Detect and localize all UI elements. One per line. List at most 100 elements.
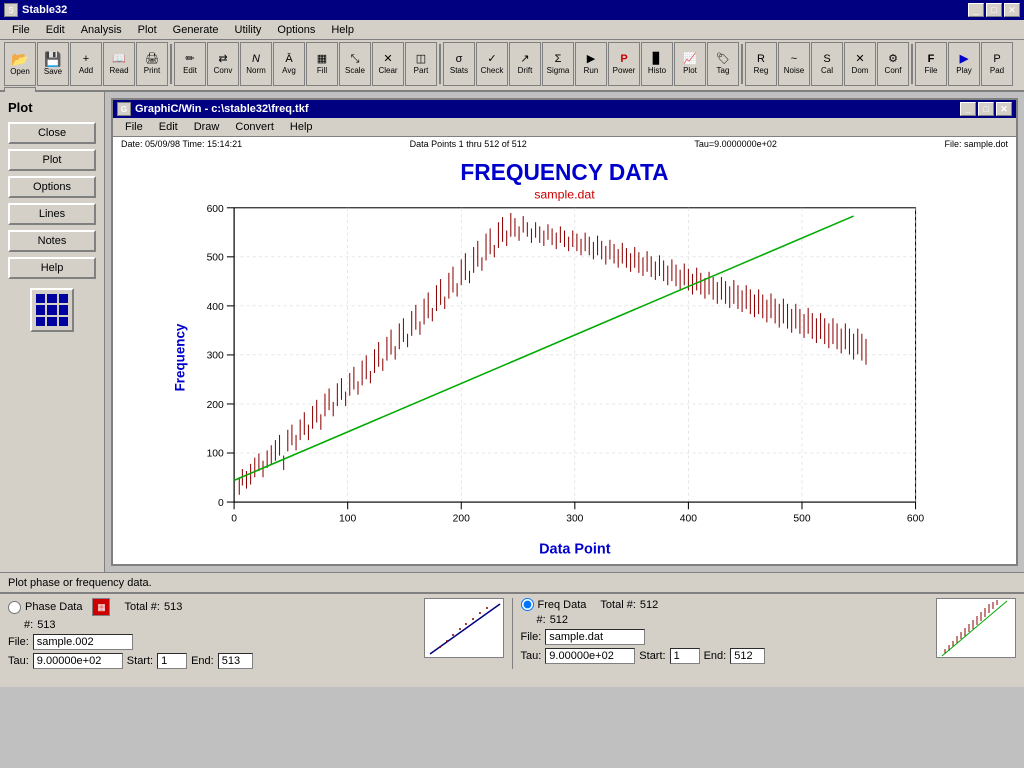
add-btn[interactable]: +Add	[70, 42, 102, 86]
chart-window: G GraphiC/Win - c:\stable32\freq.tkf _ □…	[111, 98, 1018, 566]
freq-data-section: Freq Data Total #: 512 #: 512 File: Tau:…	[521, 598, 925, 664]
mini-chart-freq	[936, 598, 1016, 658]
svg-text:100: 100	[207, 449, 224, 460]
freq-file-input[interactable]	[545, 629, 645, 645]
chart-maximize-btn[interactable]: □	[978, 102, 994, 116]
pad-btn[interactable]: PPad	[981, 42, 1013, 86]
noise-btn[interactable]: ~Noise	[778, 42, 810, 86]
menu-plot[interactable]: Plot	[130, 22, 165, 38]
sigma-btn[interactable]: ΣSigma	[542, 42, 574, 86]
svg-text:500: 500	[207, 252, 224, 263]
menu-file[interactable]: File	[4, 22, 38, 38]
cal-btn[interactable]: SCal	[811, 42, 843, 86]
clear-btn[interactable]: ✕Clear	[372, 42, 404, 86]
menu-utility[interactable]: Utility	[227, 22, 270, 38]
freq-data-label: Freq Data	[538, 599, 587, 611]
phase-tau-input[interactable]	[33, 653, 123, 669]
phase-total-label: Total #:	[124, 601, 159, 613]
freq-start-input[interactable]	[670, 648, 700, 664]
svg-text:Data Point: Data Point	[539, 542, 611, 558]
freq-data-radio[interactable]	[521, 598, 534, 611]
plot-sidebar-btn[interactable]: Plot	[8, 149, 96, 171]
options-sidebar-btn[interactable]: Options	[8, 176, 96, 198]
phase-start-label: Start:	[127, 655, 153, 667]
chart-info: Date: 05/09/98 Time: 15:14:21 Data Point…	[113, 137, 1016, 151]
avg-btn[interactable]: ĀAvg	[273, 42, 305, 86]
phase-data-section: Phase Data ▦ Total #: 513 #: 513 File: T…	[8, 598, 412, 669]
chart-window-icon: G	[117, 102, 131, 116]
part-btn[interactable]: ◫Part	[405, 42, 437, 86]
mini-chart-phase	[424, 598, 504, 658]
run-btn[interactable]: ▶Run	[575, 42, 607, 86]
svg-text:0: 0	[231, 514, 237, 525]
chart-menu-draw[interactable]: Draw	[186, 119, 228, 135]
freq-end-input[interactable]	[730, 648, 765, 664]
menu-analysis[interactable]: Analysis	[73, 22, 130, 38]
freq-tau-input[interactable]	[545, 648, 635, 664]
tag-btn[interactable]: 🏷Tag	[707, 42, 739, 86]
menu-help[interactable]: Help	[323, 22, 362, 38]
grid-icon[interactable]	[30, 288, 74, 332]
check-btn[interactable]: ✓Check	[476, 42, 508, 86]
chart-data-points: Data Points 1 thru 512 of 512	[410, 139, 527, 149]
chart-menu-help[interactable]: Help	[282, 119, 321, 135]
scale-btn[interactable]: ⤡Scale	[339, 42, 371, 86]
stats-btn[interactable]: σStats	[443, 42, 475, 86]
chart-window-title: GraphiC/Win - c:\stable32\freq.tkf	[135, 103, 309, 115]
dom-btn[interactable]: ✕Dom	[844, 42, 876, 86]
phase-hash-label: #:	[24, 619, 33, 631]
svg-text:0: 0	[218, 498, 224, 509]
chart-file: File: sample.dot	[944, 139, 1008, 149]
close-sidebar-btn[interactable]: Close	[8, 122, 96, 144]
phase-data-label: Phase Data	[25, 601, 82, 613]
svg-text:300: 300	[207, 351, 224, 362]
sidebar: Plot Close Plot Options Lines Notes Help	[0, 92, 105, 572]
chart-menu-edit[interactable]: Edit	[151, 119, 186, 135]
conv-btn[interactable]: ⇄Conv	[207, 42, 239, 86]
notes-sidebar-btn[interactable]: Notes	[8, 230, 96, 252]
print-btn[interactable]: 🖨Print	[136, 42, 168, 86]
bottom-panel: Phase Data ▦ Total #: 513 #: 513 File: T…	[0, 592, 1024, 687]
app-title: Stable32	[22, 4, 67, 16]
power-btn[interactable]: PPower	[608, 42, 640, 86]
minimize-btn[interactable]: _	[968, 3, 984, 17]
svg-text:600: 600	[207, 204, 224, 215]
histo-btn[interactable]: ▊Histo	[641, 42, 673, 86]
sidebar-title: Plot	[8, 100, 96, 115]
conf-btn[interactable]: ⚙Conf	[877, 42, 909, 86]
svg-text:200: 200	[207, 400, 224, 411]
plotbtn[interactable]: 📈Plot	[674, 42, 706, 86]
read-btn[interactable]: 📖Read	[103, 42, 135, 86]
chart-menu-file[interactable]: File	[117, 119, 151, 135]
menu-options[interactable]: Options	[269, 22, 323, 38]
play-btn[interactable]: ▶Play	[948, 42, 980, 86]
chart-menu-convert[interactable]: Convert	[227, 119, 282, 135]
norm-btn[interactable]: NNorm	[240, 42, 272, 86]
menu-generate[interactable]: Generate	[165, 22, 227, 38]
menu-edit[interactable]: Edit	[38, 22, 73, 38]
svg-text:500: 500	[793, 514, 810, 525]
maximize-btn[interactable]: □	[986, 3, 1002, 17]
reg-btn[interactable]: RReg	[745, 42, 777, 86]
phase-hash-value: 513	[37, 619, 55, 631]
drift-btn[interactable]: ↗Drift	[509, 42, 541, 86]
phase-data-radio[interactable]	[8, 601, 21, 614]
file-btn[interactable]: FFile	[915, 42, 947, 86]
save-btn[interactable]: 💾Save	[37, 42, 69, 86]
lines-sidebar-btn[interactable]: Lines	[8, 203, 96, 225]
status-text: Plot phase or frequency data.	[8, 577, 152, 589]
open-btn[interactable]: 📂Open	[4, 42, 36, 86]
panel-divider	[512, 598, 513, 669]
freq-file-label: File:	[521, 631, 542, 643]
fill-btn[interactable]: ▦Fill	[306, 42, 338, 86]
freq-hash-value: 512	[550, 614, 568, 626]
help-sidebar-btn[interactable]: Help	[8, 257, 96, 279]
phase-file-input[interactable]	[33, 634, 133, 650]
phase-end-input[interactable]	[218, 653, 253, 669]
svg-text:300: 300	[566, 514, 583, 525]
close-btn[interactable]: ✕	[1004, 3, 1020, 17]
chart-minimize-btn[interactable]: _	[960, 102, 976, 116]
edit-btn[interactable]: ✏Edit	[174, 42, 206, 86]
phase-start-input[interactable]	[157, 653, 187, 669]
chart-close-btn[interactable]: ✕	[996, 102, 1012, 116]
